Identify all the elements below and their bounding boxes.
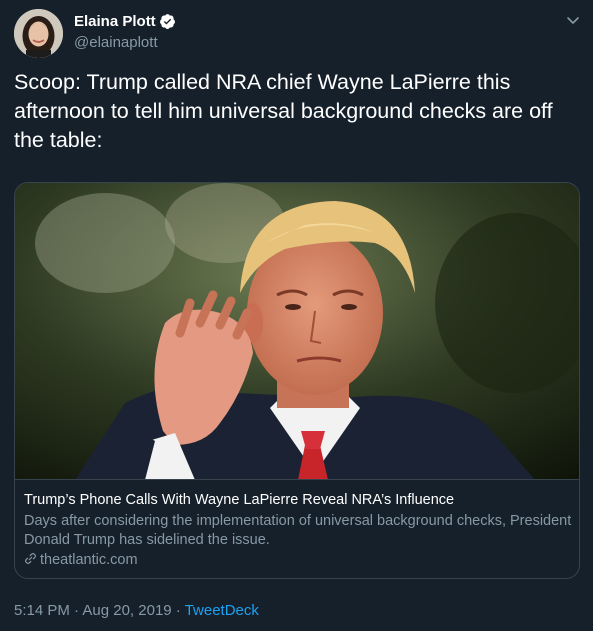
- chevron-down-icon[interactable]: [565, 12, 581, 28]
- avatar[interactable]: [14, 9, 63, 58]
- tweet-meta: 5:14 PM · Aug 20, 2019 · TweetDeck: [14, 601, 259, 621]
- verified-badge-icon: [160, 14, 175, 29]
- author-handle[interactable]: @elainaplott: [74, 33, 158, 53]
- card-domain: theatlantic.com: [24, 551, 138, 570]
- tweet-date[interactable]: Aug 20, 2019: [82, 602, 171, 619]
- author-name[interactable]: Elaina Plott: [74, 12, 156, 32]
- card-title: Trump’s Phone Calls With Wayne LaPierre …: [24, 492, 455, 508]
- meta-separator: ·: [171, 602, 185, 619]
- tweet-source-link[interactable]: TweetDeck: [185, 602, 259, 619]
- card-description: Days after considering the implementatio…: [24, 513, 572, 548]
- tweet-text: Scoop: Trump called NRA chief Wayne LaPi…: [14, 70, 553, 152]
- link-card[interactable]: Trump’s Phone Calls With Wayne LaPierre …: [14, 182, 580, 579]
- card-image: [15, 183, 579, 480]
- link-icon: [25, 553, 36, 564]
- meta-separator: ·: [69, 602, 83, 619]
- tweet: Elaina Plott @elainaplott Scoop: Trump c…: [0, 0, 593, 631]
- tweet-time[interactable]: 5:14 PM: [14, 602, 70, 619]
- card-domain-text: theatlantic.com: [40, 552, 138, 568]
